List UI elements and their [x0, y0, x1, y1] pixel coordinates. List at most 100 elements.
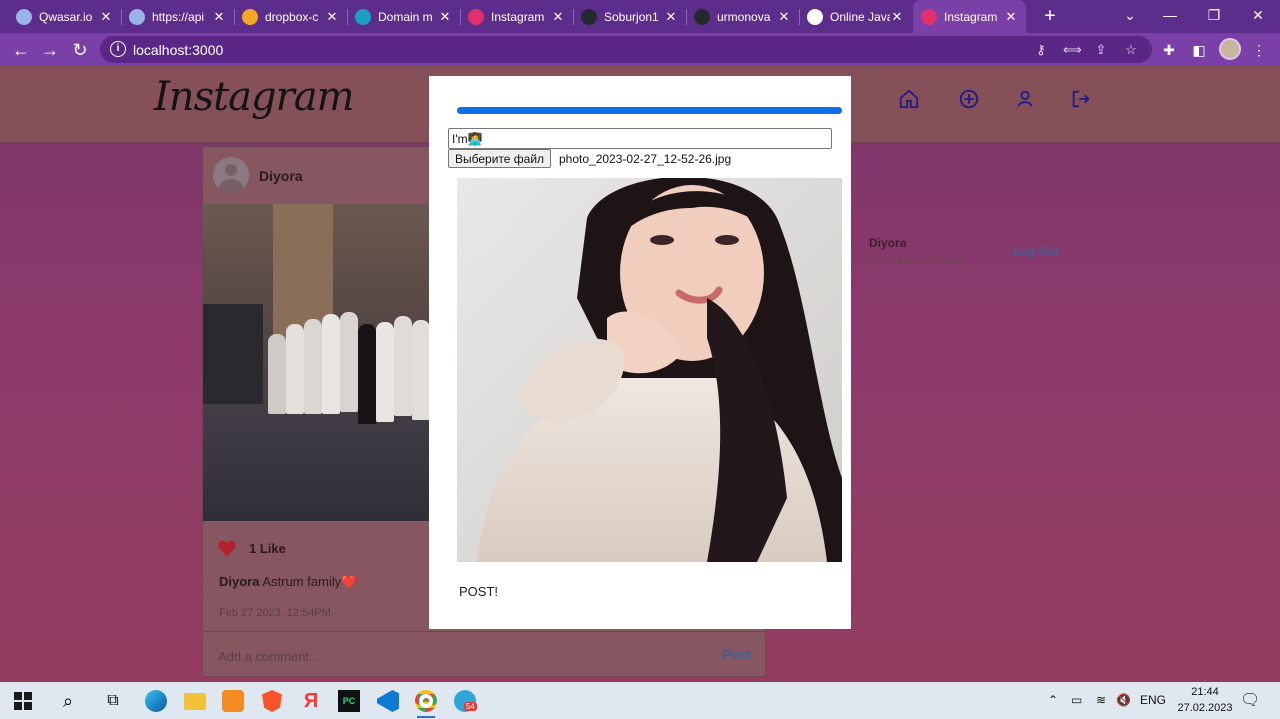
- preview-portrait-image: [457, 178, 842, 562]
- browser-tab[interactable]: dropbox-c ✕: [234, 0, 347, 33]
- wifi-icon[interactable]: ≋: [1096, 682, 1106, 719]
- telegram-badge: 54: [464, 702, 477, 711]
- post-username[interactable]: Diyora: [259, 168, 303, 184]
- pycharm-icon[interactable]: PC: [334, 686, 364, 716]
- clock-time: 21:44: [1191, 686, 1219, 698]
- instagram-logo[interactable]: Instagram: [154, 74, 355, 120]
- telegram-icon[interactable]: 54: [450, 686, 480, 716]
- close-tab-icon[interactable]: ✕: [438, 9, 452, 25]
- battery-icon[interactable]: ▭: [1071, 682, 1082, 719]
- comment-divider: [203, 631, 765, 632]
- key-icon[interactable]: ⚷: [1033, 42, 1049, 58]
- task-view-icon[interactable]: ⧉: [98, 686, 128, 716]
- browser-tab-title: dropbox-c: [265, 9, 319, 24]
- browser-tab[interactable]: Instagram ✕: [460, 0, 573, 33]
- windows-start-icon[interactable]: [8, 686, 38, 716]
- photo-group-people: [258, 294, 438, 454]
- browser-tab-title: urmonova: [717, 9, 771, 24]
- restore-icon[interactable]: ❐: [1192, 0, 1236, 33]
- browser-tab[interactable]: https://api ✕: [121, 0, 234, 33]
- translate-icon[interactable]: ⟺: [1063, 42, 1082, 58]
- browser-tab[interactable]: urmonova ✕: [686, 0, 799, 33]
- sidebar-username[interactable]: Diyora: [869, 236, 963, 250]
- diamond-icon: [355, 8, 371, 25]
- bookmark-star-icon[interactable]: ☆: [1123, 42, 1139, 58]
- site-info-icon[interactable]: i: [110, 41, 126, 57]
- browser-tab[interactable]: Online Java ✕: [799, 0, 912, 33]
- qwasar-icon: [16, 8, 32, 25]
- extensions-icon[interactable]: ✚: [1160, 41, 1178, 59]
- browser-tab-title: Qwasar.io: [39, 9, 93, 24]
- choose-file-button[interactable]: Выберите файл: [448, 149, 552, 168]
- browser-tab[interactable]: Soburjon1 ✕: [573, 0, 686, 33]
- chosen-file-name: photo_2023-02-27_12-52-26.jpg: [559, 152, 732, 166]
- browser-tab[interactable]: Instagram ✕: [913, 0, 1026, 33]
- show-hidden-icons-icon[interactable]: ⌃: [1048, 682, 1058, 719]
- home-icon[interactable]: [898, 88, 920, 110]
- post-avatar[interactable]: [213, 157, 249, 193]
- browser-tab-strip: Qwasar.io ✕ https://api ✕ dropbox-c ✕ Domain m…: [0, 0, 1280, 33]
- clock[interactable]: 21:44 27.02.2023: [1170, 684, 1240, 716]
- sidebar-logout-link[interactable]: Log Out: [1013, 244, 1059, 258]
- language-indicator[interactable]: ENG: [1140, 682, 1166, 719]
- browser-tab-title: https://api: [152, 9, 205, 24]
- qwasar-icon: [129, 8, 145, 25]
- media-player-icon[interactable]: [218, 686, 248, 716]
- post-timestamp: Feb 27 2023, 12:54PM: [219, 607, 331, 619]
- back-icon[interactable]: ←: [8, 37, 34, 63]
- fire-icon: [242, 8, 258, 25]
- sidebar-full-name: Ormonova Diyora: [869, 253, 964, 267]
- minimize-icon[interactable]: —: [1148, 0, 1192, 33]
- sidebar-user: Diyora Ormonova Diyora: [869, 236, 963, 267]
- file-explorer-icon[interactable]: [180, 686, 210, 716]
- browser-tab-title: Instagram: [491, 9, 545, 24]
- post-submit-button[interactable]: POST!: [459, 584, 498, 599]
- menu-icon[interactable]: ⋮: [1250, 41, 1268, 59]
- volume-muted-icon[interactable]: 🔇: [1116, 682, 1131, 719]
- image-preview: [457, 178, 842, 562]
- side-panel-icon[interactable]: ◧: [1190, 41, 1208, 59]
- add-post-icon[interactable]: [958, 88, 980, 110]
- post-caption: Diyora Astrum family❤️: [219, 574, 357, 590]
- close-tab-icon[interactable]: ✕: [890, 9, 904, 25]
- close-tab-icon[interactable]: ✕: [1004, 9, 1018, 25]
- chrome-icon[interactable]: [411, 686, 441, 718]
- browser-tab-title: Instagram: [944, 9, 998, 24]
- close-tab-icon[interactable]: ✕: [99, 9, 113, 25]
- caption-text: Astrum family❤️: [259, 574, 358, 589]
- share-icon[interactable]: ⇪: [1093, 42, 1109, 58]
- caption-username[interactable]: Diyora: [219, 574, 259, 589]
- vscode-icon[interactable]: [373, 686, 403, 716]
- brave-icon[interactable]: [257, 686, 287, 716]
- upload-modal: Выберите файл photo_2023-02-27_12-52-26.…: [429, 76, 851, 629]
- address-url: localhost:3000: [133, 42, 224, 58]
- profile-icon[interactable]: [1014, 88, 1036, 110]
- caption-input[interactable]: [448, 128, 832, 149]
- post-comment-button[interactable]: Post: [723, 647, 751, 662]
- close-window-icon[interactable]: ✕: [1236, 0, 1280, 33]
- close-tab-icon[interactable]: ✕: [777, 9, 791, 25]
- logout-icon[interactable]: [1070, 88, 1092, 110]
- notifications-icon[interactable]: 🗨: [1240, 682, 1260, 719]
- globe-icon: [807, 8, 823, 25]
- yandex-icon[interactable]: Я: [296, 686, 326, 716]
- edge-icon[interactable]: [141, 686, 171, 716]
- clock-date: 27.02.2023: [1177, 702, 1233, 714]
- new-tab-button[interactable]: +: [1040, 5, 1060, 27]
- tab-search-icon[interactable]: ⌄: [1108, 0, 1152, 33]
- browser-tab[interactable]: Domain m ✕: [347, 0, 460, 33]
- close-tab-icon[interactable]: ✕: [664, 9, 678, 25]
- address-bar[interactable]: i localhost:3000 ⚷ ⟺ ⇪ ☆: [100, 36, 1152, 63]
- close-tab-icon[interactable]: ✕: [325, 9, 339, 25]
- close-tab-icon[interactable]: ✕: [551, 9, 565, 25]
- forward-icon[interactable]: →: [37, 37, 63, 63]
- reload-icon[interactable]: ↻: [67, 37, 93, 63]
- browser-tab[interactable]: Qwasar.io ✕: [8, 0, 121, 33]
- heart-icon[interactable]: [217, 539, 237, 557]
- instagram-icon: [921, 8, 937, 25]
- close-tab-icon[interactable]: ✕: [212, 9, 226, 25]
- profile-avatar[interactable]: [1219, 38, 1241, 60]
- search-icon[interactable]: ⌕: [53, 686, 83, 716]
- upload-progress-bar: [457, 107, 842, 114]
- comment-input[interactable]: Add a comment...: [218, 649, 320, 664]
